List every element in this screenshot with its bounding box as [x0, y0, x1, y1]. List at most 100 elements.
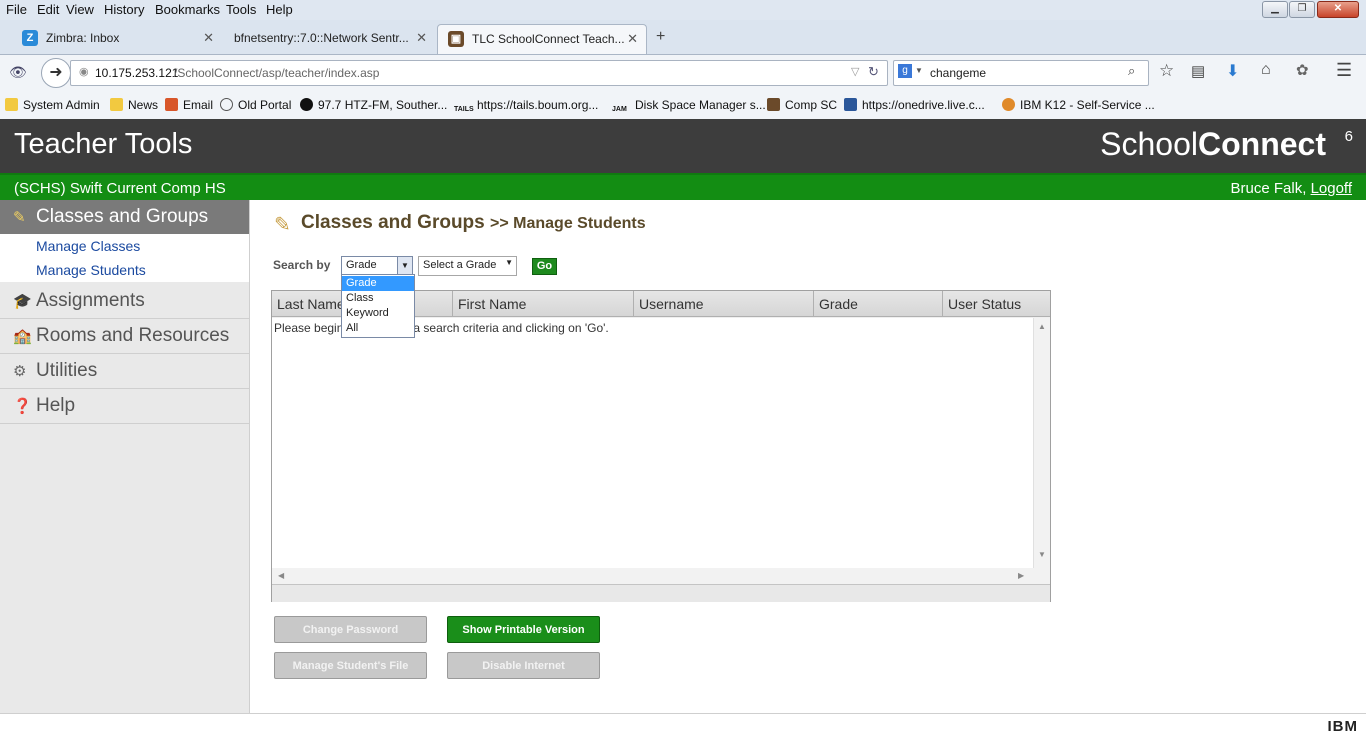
url-bar[interactable]: ◉ 10.175.253.121 /SchoolConnect/asp/teac…: [70, 60, 888, 86]
scroll-up-icon[interactable]: ▲: [1038, 322, 1046, 331]
empty-message: Please begin by selecting a search crite…: [274, 321, 609, 335]
menu-edit[interactable]: Edit: [37, 2, 59, 17]
main-content: ✎ Classes and Groups >> Manage Students …: [250, 200, 1366, 713]
grid-footer: [272, 584, 1050, 602]
show-printable-version-button[interactable]: Show Printable Version: [447, 616, 600, 643]
menu-bar: File Edit View History Bookmarks Tools H…: [0, 0, 1366, 20]
search-input[interactable]: changeme: [930, 66, 986, 80]
sidebar: ✎ Classes and Groups Manage Classes Mana…: [0, 200, 250, 713]
new-tab-icon[interactable]: +: [656, 28, 665, 46]
column-username[interactable]: Username: [634, 291, 814, 317]
email-icon: [165, 98, 178, 111]
search-engine-chevron-icon[interactable]: ▼: [915, 66, 923, 75]
column-grade[interactable]: Grade: [814, 291, 943, 317]
tab-schoolconnect[interactable]: ▣ TLC SchoolConnect Teach... ✕: [437, 24, 647, 54]
tab-label: Zimbra: Inbox: [46, 31, 120, 45]
scroll-left-icon[interactable]: ◀: [278, 571, 284, 580]
back-button[interactable]: ➜: [41, 58, 71, 88]
google-icon[interactable]: g: [898, 64, 912, 78]
gauge-icon: [220, 98, 233, 111]
tab-label: TLC SchoolConnect Teach...: [472, 32, 625, 46]
close-window-button[interactable]: ✕: [1317, 1, 1359, 18]
download-icon[interactable]: ⬇: [1226, 61, 1239, 81]
school-bar: (SCHS) Swift Current Comp HS Bruce Falk,…: [0, 173, 1366, 202]
scroll-icon: ✎: [13, 209, 26, 226]
eye-icon[interactable]: 👁: [9, 64, 27, 81]
bookmark-old-portal[interactable]: Old Portal: [220, 98, 291, 112]
sidebar-item-manage-classes[interactable]: Manage Classes: [36, 238, 140, 254]
schoolconnect-icon: ▣: [448, 31, 464, 47]
sidebar-item-assignments[interactable]: 🎓 Assignments: [0, 284, 249, 319]
search-by-dropdown: Grade Class Keyword All: [341, 274, 415, 338]
help-icon: ❓: [13, 398, 32, 415]
manage-student-file-button[interactable]: Manage Student's File: [274, 652, 427, 679]
dropdown-option-class[interactable]: Class: [342, 291, 414, 306]
app-title: Teacher Tools: [14, 128, 193, 160]
sidebar-item-utilities[interactable]: ⚙ Utilities: [0, 354, 249, 389]
school-name: (SCHS) Swift Current Comp HS: [14, 180, 226, 197]
home-icon[interactable]: ⌂: [1261, 61, 1271, 79]
bookmarks-bar: System Admin News Email Old Portal 97.7 …: [0, 91, 1366, 120]
scroll-right-icon[interactable]: ▶: [1018, 571, 1024, 580]
zimbra-icon: Z: [22, 30, 38, 46]
minimize-button[interactable]: ▁: [1262, 1, 1288, 18]
close-tab-icon[interactable]: ✕: [627, 31, 638, 47]
jam-icon: JAM: [612, 106, 627, 113]
horizontal-scrollbar[interactable]: ◀ ▶: [272, 568, 1050, 584]
graduation-cap-icon: 🎓: [13, 293, 32, 310]
search-icon[interactable]: ⌕: [1128, 63, 1135, 79]
search-by-select[interactable]: Grade ▼: [341, 256, 413, 275]
bookmark-system-admin[interactable]: System Admin: [5, 98, 100, 112]
logoff-link[interactable]: Logoff: [1311, 180, 1352, 197]
bookmark-star-icon[interactable]: ☆: [1159, 61, 1174, 81]
addon-icon[interactable]: ✿: [1296, 61, 1309, 79]
bookmark-onedrive[interactable]: https://onedrive.live.c...: [844, 98, 985, 112]
menu-help[interactable]: Help: [266, 2, 293, 17]
search-bar[interactable]: g ▼ changeme ⌕: [893, 60, 1149, 86]
menu-file[interactable]: File: [6, 2, 27, 17]
close-tab-icon[interactable]: ✕: [203, 30, 214, 46]
word-icon: [844, 98, 857, 111]
sidebar-item-manage-students[interactable]: Manage Students: [36, 262, 146, 278]
chevron-down-icon[interactable]: ▼: [397, 257, 412, 274]
folder-icon: [110, 98, 123, 111]
menu-tools[interactable]: Tools: [226, 2, 256, 17]
bookmark-email[interactable]: Email: [165, 98, 213, 112]
menu-history[interactable]: History: [104, 2, 144, 17]
scroll-down-icon[interactable]: ▼: [1038, 550, 1046, 559]
tab-zimbra[interactable]: Z Zimbra: Inbox ✕: [12, 24, 222, 53]
sidebar-item-help[interactable]: ❓ Help: [0, 389, 249, 424]
user-info: Bruce Falk, Logoff: [1230, 180, 1352, 197]
grade-select[interactable]: Select a Grade ▼: [418, 256, 517, 276]
disable-internet-button[interactable]: Disable Internet: [447, 652, 600, 679]
submenu: Manage Classes Manage Students: [0, 234, 249, 282]
gear-icon: ⚙: [13, 363, 27, 380]
column-user-status[interactable]: User Status: [943, 291, 1050, 317]
bookmark-disk-space[interactable]: JAM Disk Space Manager s...: [612, 98, 766, 119]
back-arrow-icon: ➜: [49, 64, 63, 81]
reading-list-icon[interactable]: ▤: [1191, 62, 1205, 80]
bookmark-news[interactable]: News: [110, 98, 158, 112]
reload-icon[interactable]: ↻: [868, 64, 879, 80]
close-tab-icon[interactable]: ✕: [416, 30, 427, 46]
vertical-scrollbar[interactable]: ▲ ▼: [1033, 318, 1050, 568]
column-first-name[interactable]: First Name: [453, 291, 634, 317]
dropdown-option-keyword[interactable]: Keyword: [342, 306, 414, 321]
menu-icon[interactable]: ☰: [1336, 60, 1352, 81]
dropdown-icon[interactable]: ▽: [851, 65, 859, 78]
maximize-button[interactable]: ❐: [1289, 1, 1315, 18]
ibm-logo: IBM: [1327, 718, 1358, 735]
tab-netsentry[interactable]: bfnetsentry::7.0::Network Sentr... ✕: [225, 24, 435, 53]
bookmark-comp-sc[interactable]: Comp SC: [767, 98, 837, 112]
menu-view[interactable]: View: [66, 2, 94, 17]
bookmark-htz-fm[interactable]: 97.7 HTZ-FM, Souther...: [300, 98, 447, 112]
sidebar-item-classes-and-groups[interactable]: ✎ Classes and Groups: [0, 200, 249, 235]
go-button[interactable]: Go: [532, 258, 557, 275]
sidebar-item-rooms-and-resources[interactable]: 🏫 Rooms and Resources: [0, 319, 249, 354]
menu-bookmarks[interactable]: Bookmarks: [155, 2, 220, 17]
bookmark-tails[interactable]: TAILS https://tails.boum.org...: [454, 98, 598, 119]
dropdown-option-grade[interactable]: Grade: [342, 276, 414, 291]
bookmark-ibm-k12[interactable]: IBM K12 - Self-Service ...: [1002, 98, 1155, 112]
change-password-button[interactable]: Change Password: [274, 616, 427, 643]
dropdown-option-all[interactable]: All: [342, 321, 414, 336]
